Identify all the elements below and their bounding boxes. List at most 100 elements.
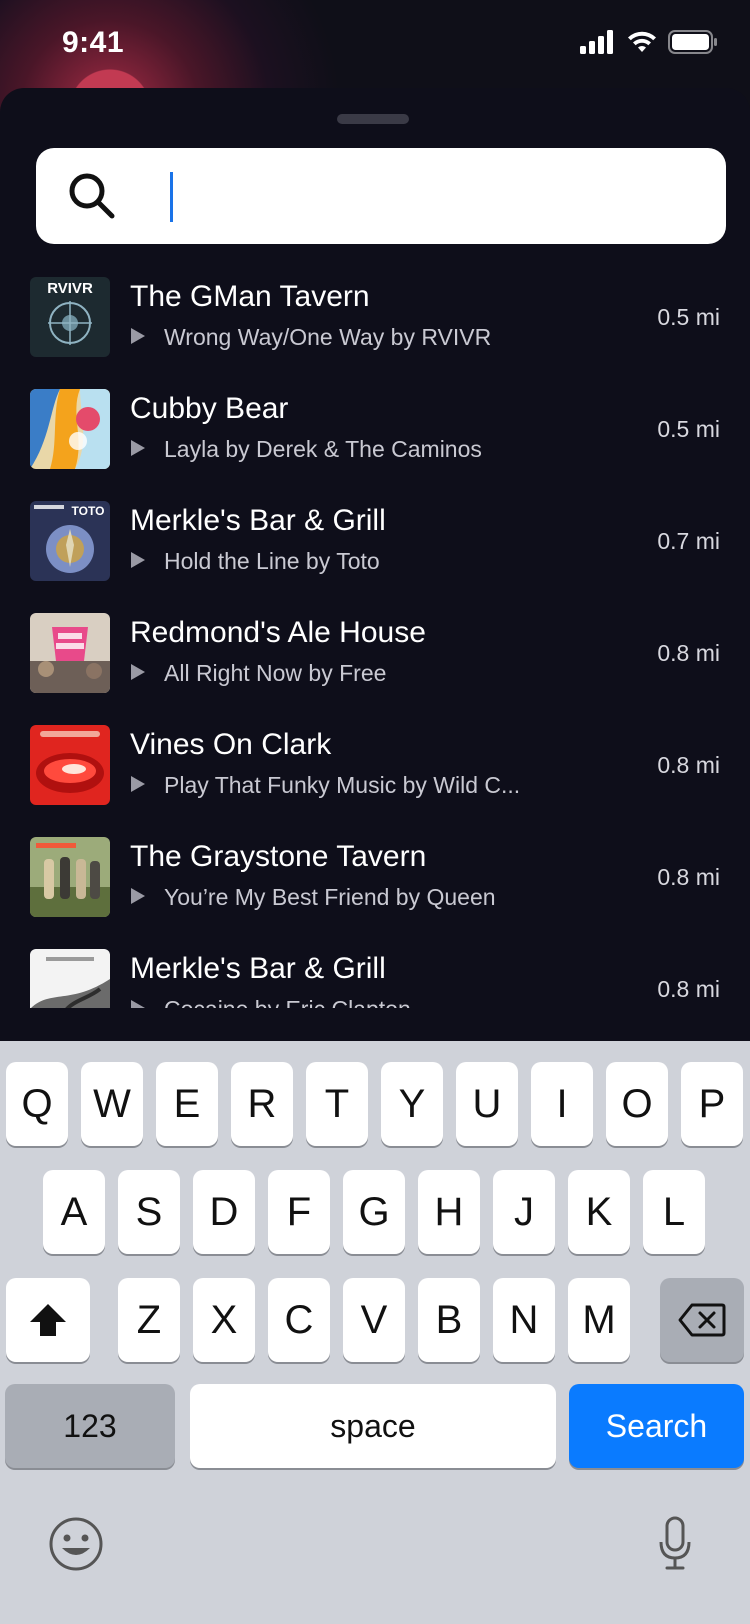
backspace-icon bbox=[678, 1303, 726, 1337]
track-name: You’re My Best Friend by Queen bbox=[164, 884, 496, 910]
shift-key[interactable] bbox=[6, 1278, 90, 1362]
key-f[interactable]: F bbox=[268, 1170, 330, 1254]
text-cursor bbox=[170, 172, 173, 222]
album-art bbox=[30, 613, 110, 693]
key-j[interactable]: J bbox=[493, 1170, 555, 1254]
search-icon bbox=[69, 173, 115, 219]
key-b[interactable]: B bbox=[418, 1278, 480, 1362]
distance: 0.8 mi bbox=[657, 864, 720, 890]
microphone-icon[interactable] bbox=[658, 1516, 692, 1572]
key-l[interactable]: L bbox=[643, 1170, 705, 1254]
svg-text:TOTO: TOTO bbox=[72, 504, 105, 518]
venue-name: The GMan Tavern bbox=[130, 280, 370, 313]
track-name: Layla by Derek & The Caminos bbox=[164, 436, 482, 462]
album-art bbox=[30, 837, 110, 917]
album-art bbox=[30, 949, 110, 1008]
emoji-icon[interactable] bbox=[48, 1516, 104, 1572]
signal-icon bbox=[580, 30, 613, 54]
venue-name: Merkle's Bar & Grill bbox=[130, 952, 386, 985]
search-key[interactable]: Search bbox=[569, 1384, 744, 1468]
list-item[interactable]: RVIVR The GMan Tavern Wrong Way/One Way … bbox=[0, 268, 750, 380]
track-line: Hold the Line by Toto bbox=[130, 548, 380, 575]
track-line: Play That Funky Music by Wild C... bbox=[130, 772, 520, 799]
track-name: All Right Now by Free bbox=[164, 660, 387, 686]
distance: 0.5 mi bbox=[657, 304, 720, 330]
wifi-icon bbox=[628, 31, 656, 52]
space-key[interactable]: space bbox=[190, 1384, 556, 1468]
key-u[interactable]: U bbox=[456, 1062, 518, 1146]
venue-name: Cubby Bear bbox=[130, 392, 289, 425]
sheet-handle[interactable] bbox=[337, 114, 409, 124]
distance: 0.5 mi bbox=[657, 416, 720, 442]
play-icon bbox=[130, 884, 164, 911]
track-name: Cocaine by Eric Clapton bbox=[164, 996, 411, 1008]
list-item[interactable]: Cubby Bear Layla by Derek & The Caminos … bbox=[0, 380, 750, 492]
search-input[interactable] bbox=[136, 168, 700, 226]
key-g[interactable]: G bbox=[343, 1170, 405, 1254]
key-o[interactable]: O bbox=[606, 1062, 668, 1146]
keyboard: Q W E R T Y U I O P A S D F G H J K L Z … bbox=[0, 1041, 750, 1624]
venue-name: Redmond's Ale House bbox=[130, 616, 426, 649]
shift-icon bbox=[30, 1304, 66, 1336]
play-icon bbox=[130, 772, 164, 799]
list-item[interactable]: Redmond's Ale House All Right Now by Fre… bbox=[0, 604, 750, 716]
key-s[interactable]: S bbox=[118, 1170, 180, 1254]
key-n[interactable]: N bbox=[493, 1278, 555, 1362]
album-art: TOTO bbox=[30, 501, 110, 581]
key-x[interactable]: X bbox=[193, 1278, 255, 1362]
distance: 0.8 mi bbox=[657, 752, 720, 778]
key-p[interactable]: P bbox=[681, 1062, 743, 1146]
list-item[interactable]: Vines On Clark Play That Funky Music by … bbox=[0, 716, 750, 828]
track-name: Play That Funky Music by Wild C... bbox=[164, 772, 521, 798]
search-bar[interactable] bbox=[36, 148, 726, 244]
status-bar: 9:41 bbox=[0, 0, 750, 88]
track-name: Wrong Way/One Way by RVIVR bbox=[164, 324, 492, 350]
key-v[interactable]: V bbox=[343, 1278, 405, 1362]
key-d[interactable]: D bbox=[193, 1170, 255, 1254]
status-time: 9:41 bbox=[62, 26, 125, 59]
key-k[interactable]: K bbox=[568, 1170, 630, 1254]
track-line: Wrong Way/One Way by RVIVR bbox=[130, 324, 491, 351]
key-m[interactable]: M bbox=[568, 1278, 630, 1362]
key-i[interactable]: I bbox=[531, 1062, 593, 1146]
venue-name: Merkle's Bar & Grill bbox=[130, 504, 386, 537]
venue-name: Vines On Clark bbox=[130, 728, 332, 761]
distance: 0.7 mi bbox=[657, 528, 720, 554]
battery-icon bbox=[668, 30, 717, 54]
distance: 0.8 mi bbox=[657, 976, 720, 1002]
search-sheet: RVIVR The GMan Tavern Wrong Way/One Way … bbox=[0, 88, 750, 1088]
track-line: All Right Now by Free bbox=[130, 660, 386, 687]
svg-text:RVIVR: RVIVR bbox=[47, 280, 93, 297]
results-list: RVIVR The GMan Tavern Wrong Way/One Way … bbox=[0, 268, 750, 1008]
status-icons bbox=[580, 30, 718, 54]
key-y[interactable]: Y bbox=[381, 1062, 443, 1146]
key-h[interactable]: H bbox=[418, 1170, 480, 1254]
play-icon bbox=[130, 660, 164, 687]
key-e[interactable]: E bbox=[156, 1062, 218, 1146]
play-icon bbox=[130, 324, 164, 351]
key-t[interactable]: T bbox=[306, 1062, 368, 1146]
track-name: Hold the Line by Toto bbox=[164, 548, 380, 574]
album-art bbox=[30, 725, 110, 805]
track-line: Cocaine by Eric Clapton bbox=[130, 996, 411, 1008]
list-item[interactable]: The Graystone Tavern You’re My Best Frie… bbox=[0, 828, 750, 940]
key-c[interactable]: C bbox=[268, 1278, 330, 1362]
play-icon bbox=[130, 548, 164, 575]
key-z[interactable]: Z bbox=[118, 1278, 180, 1362]
album-art: RVIVR bbox=[30, 277, 110, 357]
backspace-key[interactable] bbox=[660, 1278, 744, 1362]
key-w[interactable]: W bbox=[81, 1062, 143, 1146]
list-item[interactable]: Merkle's Bar & Grill Cocaine by Eric Cla… bbox=[0, 940, 750, 1008]
play-icon bbox=[130, 436, 164, 463]
distance: 0.8 mi bbox=[657, 640, 720, 666]
key-r[interactable]: R bbox=[231, 1062, 293, 1146]
list-item[interactable]: TOTO Merkle's Bar & Grill Hold the Line … bbox=[0, 492, 750, 604]
album-art bbox=[30, 389, 110, 469]
venue-name: The Graystone Tavern bbox=[130, 840, 427, 873]
numbers-key[interactable]: 123 bbox=[5, 1384, 175, 1468]
track-line: You’re My Best Friend by Queen bbox=[130, 884, 496, 911]
track-line: Layla by Derek & The Caminos bbox=[130, 436, 482, 463]
key-a[interactable]: A bbox=[43, 1170, 105, 1254]
play-icon bbox=[130, 996, 164, 1008]
key-q[interactable]: Q bbox=[6, 1062, 68, 1146]
